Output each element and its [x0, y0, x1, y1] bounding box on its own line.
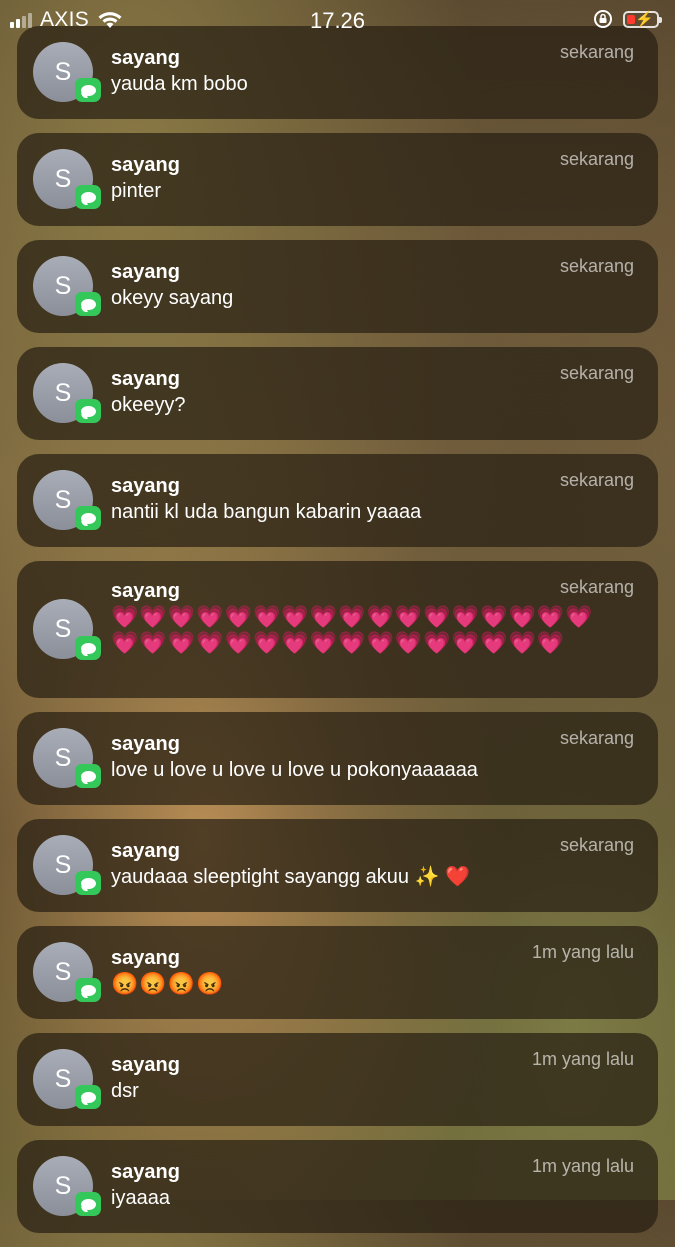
message-text: pinter: [111, 180, 162, 202]
timestamp: sekarang: [559, 256, 634, 276]
sender-name: sayang: [111, 475, 180, 497]
battery-charging-icon: ⚡: [623, 10, 662, 28]
message-text: nantii kl uda bangun kabarin yaaaa: [111, 501, 422, 523]
messages-icon: [75, 506, 101, 530]
timestamp: 1m yang lalu: [531, 1156, 634, 1176]
timestamp: sekarang: [559, 149, 634, 169]
timestamp: 1m yang lalu: [531, 942, 634, 962]
sender-name: sayang: [111, 47, 180, 69]
sender-name: sayang: [111, 368, 180, 390]
messages-icon: [75, 78, 101, 102]
timestamp: sekarang: [559, 728, 634, 748]
message-text: yaudaaa sleeptight sayangg akuu ✨ ❤️: [111, 866, 470, 888]
timestamp: sekarang: [559, 835, 634, 855]
notification-card[interactable]: S sayang okeyy sayang sekarang: [17, 240, 658, 333]
notification-card[interactable]: S sayang iyaaaa 1m yang lalu: [17, 1140, 658, 1233]
messages-icon: [75, 399, 101, 423]
timestamp: sekarang: [559, 42, 634, 62]
clock: 17.26: [309, 8, 366, 33]
notification-card[interactable]: S sayang love u love u love u love u pok…: [17, 712, 658, 805]
messages-icon: [75, 1085, 101, 1109]
notification-card[interactable]: S sayang nantii kl uda bangun kabarin ya…: [17, 454, 658, 547]
notification-card[interactable]: S sayang dsr 1m yang lalu: [17, 1033, 658, 1126]
notification-card[interactable]: S sayang okeeyy? sekarang: [17, 347, 658, 440]
status-right: ⚡: [593, 9, 662, 29]
message-text: iyaaaa: [111, 1187, 170, 1209]
message-text: okeyy sayang: [111, 287, 234, 309]
messages-icon: [75, 978, 101, 1002]
sender-name: sayang: [111, 261, 180, 283]
notification-card[interactable]: S sayang 😡😡😡😡 1m yang lalu: [17, 926, 658, 1019]
sender-name: sayang: [111, 154, 180, 176]
rotation-lock-icon: [594, 10, 612, 28]
message-text: love u love u love u love u pokonyaaaaaa: [111, 759, 478, 781]
notification-card[interactable]: S sayang yaudaaa sleeptight sayangg akuu…: [17, 819, 658, 912]
notification-card[interactable]: S sayang 💗💗💗💗💗💗💗💗💗💗💗💗💗💗💗💗💗💗💗💗💗💗💗💗💗💗💗💗💗💗💗…: [17, 561, 658, 698]
notification-list: S sayang yauda km bobo sekarang S sayang…: [17, 26, 658, 1247]
message-text: okeeyy?: [111, 394, 186, 416]
messages-icon: [75, 764, 101, 788]
status-bar: AXIS 17.26 ⚡: [0, 0, 675, 40]
message-text: yauda km bobo: [111, 73, 248, 95]
message-text: 😡😡😡😡: [111, 971, 225, 996]
timestamp: sekarang: [559, 363, 634, 383]
notification-card[interactable]: S sayang pinter sekarang: [17, 133, 658, 226]
messages-icon: [75, 871, 101, 895]
timestamp: sekarang: [559, 470, 634, 490]
messages-icon: [75, 185, 101, 209]
timestamp: sekarang: [559, 577, 634, 597]
message-text: 💗💗💗💗💗💗💗💗💗💗💗💗💗💗💗💗💗💗💗💗💗💗💗💗💗💗💗💗💗💗💗💗💗: [111, 604, 594, 655]
sender-name: sayang: [111, 580, 180, 602]
sender-name: sayang: [111, 733, 180, 755]
timestamp: 1m yang lalu: [531, 1049, 634, 1069]
messages-icon: [75, 1192, 101, 1216]
message-text: dsr: [111, 1080, 139, 1102]
messages-icon: [75, 292, 101, 316]
messages-icon: [75, 636, 101, 660]
sender-name: sayang: [111, 840, 180, 862]
